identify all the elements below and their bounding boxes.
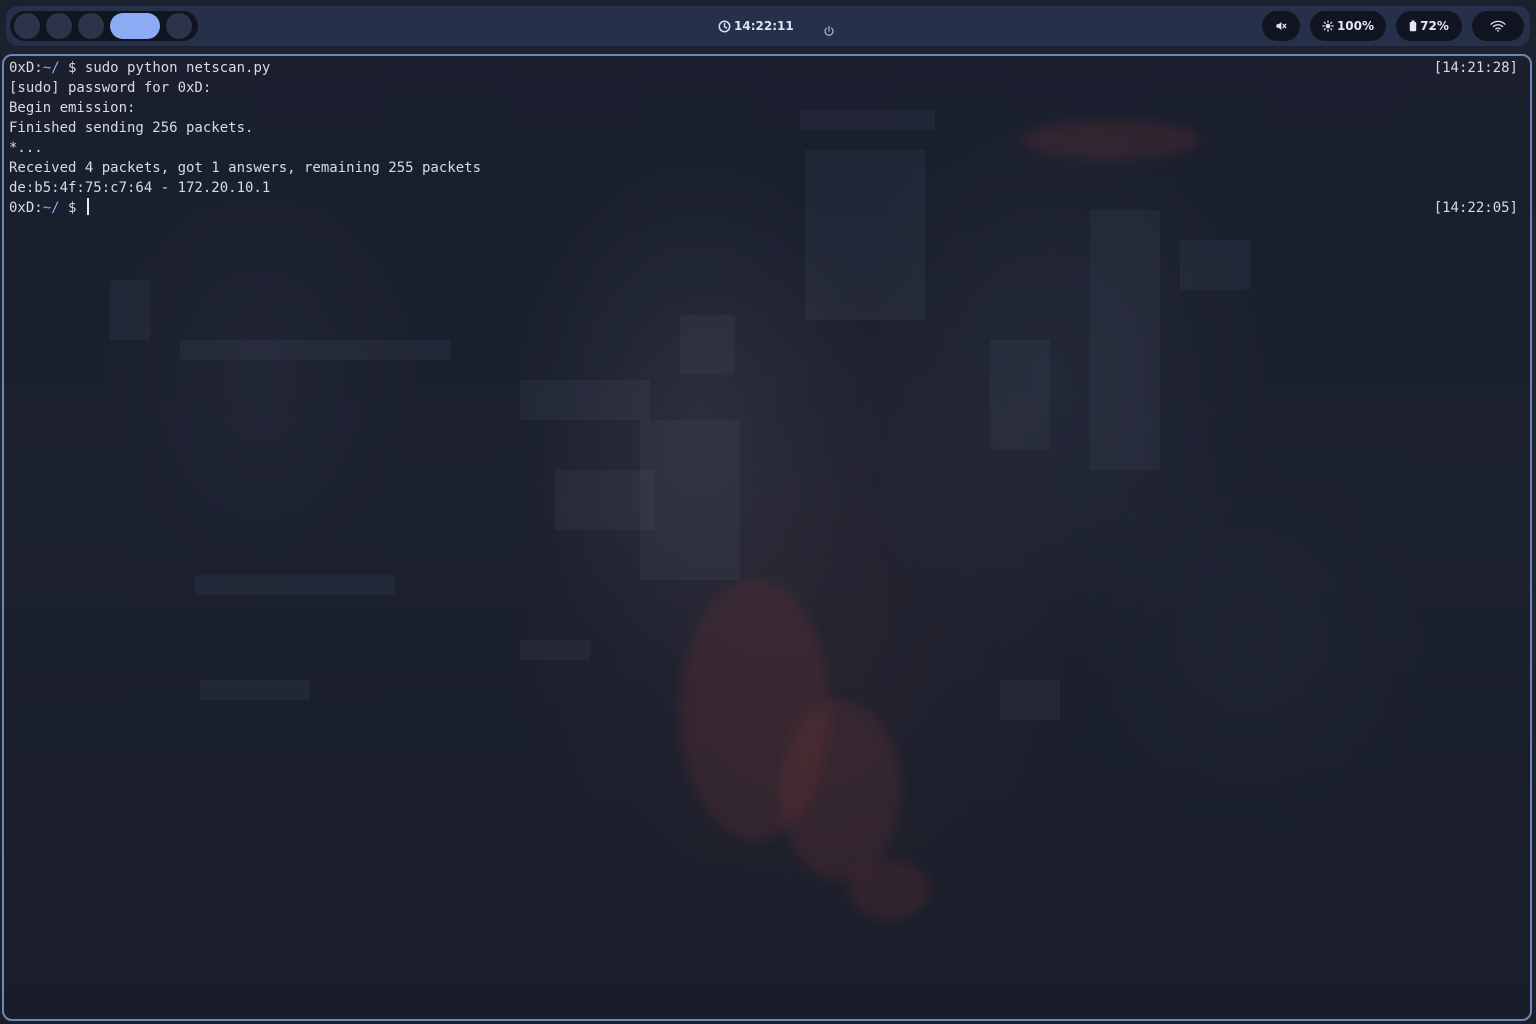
- workspace-4-button[interactable]: [110, 13, 160, 39]
- prompt-path: ~/: [42, 60, 60, 76]
- command-timestamp: [14:21:28]: [1433, 60, 1518, 76]
- workspace-switcher: [10, 11, 198, 41]
- workspace-2-button[interactable]: [46, 13, 72, 39]
- terminal-output-line: Received 4 packets, got 1 answers, remai…: [9, 160, 482, 176]
- terminal-output-line: [sudo] password for 0xD:: [9, 80, 212, 96]
- terminal-window[interactable]: 0xD:~/ $ sudo python netscan.py [14:21:2…: [2, 54, 1532, 1021]
- prompt-symbol: $: [68, 200, 77, 216]
- brightness-button[interactable]: 100%: [1310, 11, 1386, 41]
- prompt-timestamp: [14:22:05]: [1433, 200, 1518, 216]
- wifi-icon: [1490, 20, 1506, 32]
- clock-time: 14:22:11: [734, 19, 794, 33]
- power-icon[interactable]: [823, 22, 835, 36]
- prompt-host: 0xD:: [9, 200, 43, 216]
- top-bar: 14:22:11 100% 72%: [6, 6, 1530, 46]
- battery-indicator[interactable]: 72%: [1396, 11, 1462, 41]
- terminal-output-line: Begin emission:: [9, 100, 136, 116]
- command-text: sudo python netscan.py: [84, 60, 271, 76]
- terminal-output-line: de:b5:4f:75:c7:64 - 172.20.10.1: [9, 180, 271, 196]
- network-button[interactable]: [1472, 11, 1524, 41]
- terminal-output-line: *...: [9, 140, 43, 156]
- volume-button[interactable]: [1262, 11, 1300, 41]
- battery-value: 72%: [1420, 19, 1449, 33]
- clock: 14:22:11: [718, 16, 794, 36]
- text-cursor: [86, 198, 89, 215]
- brightness-value: 100%: [1336, 19, 1375, 33]
- speaker-muted-icon: [1275, 20, 1287, 32]
- prompt-host: 0xD:: [9, 60, 43, 76]
- workspace-1-button[interactable]: [14, 13, 40, 39]
- workspace-3-button[interactable]: [78, 13, 104, 39]
- brightness-icon: [1322, 20, 1334, 32]
- prompt-path: ~/: [42, 200, 60, 216]
- clock-icon: [718, 20, 731, 33]
- prompt-symbol: $: [68, 60, 77, 76]
- terminal-prompt-line[interactable]: 0xD:~/ $: [9, 198, 89, 218]
- battery-icon: [1409, 20, 1417, 32]
- terminal-output-line: Finished sending 256 packets.: [9, 120, 254, 136]
- workspace-5-button[interactable]: [166, 13, 192, 39]
- terminal-command-line: 0xD:~/ $ sudo python netscan.py: [9, 58, 270, 78]
